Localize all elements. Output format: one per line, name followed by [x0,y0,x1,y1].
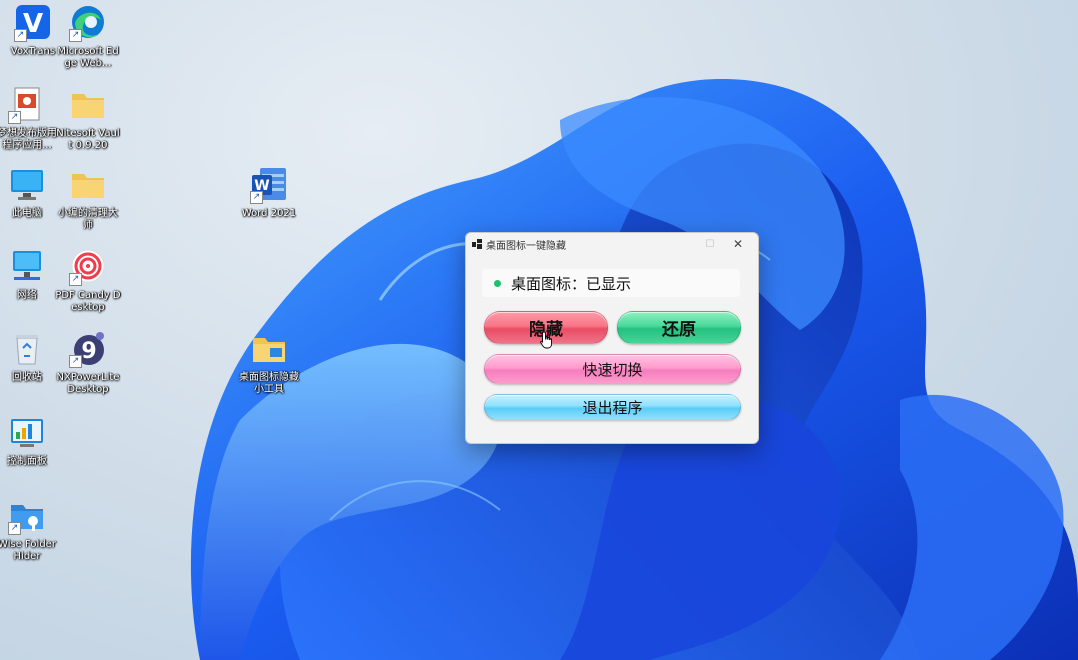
desktop-icon-pdf-candy[interactable]: ↗ PDF Candy Desktop [55,248,121,314]
status-indicator-icon [494,279,501,287]
desktop-icon-this-pc[interactable]: 此电脑 [0,166,60,220]
desktop: V ↗ VoxTrans ↗ Microsoft Edge Web... ↗ 梦… [0,0,1078,660]
desktop-icon-label: 控制面板 [7,456,47,467]
desktop-icon-hide-tool-folder[interactable]: 桌面图标隐藏 小工具 [236,330,302,396]
title-bar[interactable]: 桌面图标一键隐藏 ☐ ✕ [466,233,758,255]
hand-cursor-icon [540,331,552,349]
desktop-icon-folder-cleaner[interactable]: 小编的清理大师 [55,166,121,232]
desktop-icon-wise-folder-hider[interactable]: ↗ Wise Folder Hider [0,497,60,563]
status-value: 已显示 [586,274,632,293]
restore-icons-button[interactable]: 还原 [617,311,741,344]
desktop-icon-network[interactable]: 网络 [0,248,60,302]
nxpowerlite-icon: 9 ↗ [69,330,107,368]
control-panel-icon [8,414,46,452]
folder-icon [69,166,107,204]
shortcut-arrow-icon: ↗ [69,273,82,286]
desktop-icon-nxpowerlite[interactable]: 9 ↗ NXPowerLite Desktop [55,330,121,396]
desktop-icon-label: Microsoft Edge Web... [57,46,119,69]
status-panel: 桌面图标： 已显示 [482,269,740,297]
desktop-icon-label: 梦想发布版用 程序应用... [0,128,57,151]
shortcut-arrow-icon: ↗ [14,29,27,42]
word-icon: W ↗ [250,166,288,204]
desktop-icon-label: 网络 [17,290,37,301]
shortcut-arrow-icon: ↗ [69,29,82,42]
desktop-icon-label: Word 2021 [241,208,297,219]
presentation-icon: ↗ [8,86,46,124]
desktop-icon-edge[interactable]: ↗ Microsoft Edge Web... [55,4,121,70]
shortcut-arrow-icon: ↗ [250,191,263,204]
desktop-icon-label: 此电脑 [12,208,42,219]
status-label: 桌面图标： [511,274,587,293]
maximize-button[interactable]: ☐ [696,234,724,254]
desktop-icon-label: Wise Folder Hider [0,539,56,562]
recycle-bin-icon [8,330,46,368]
desktop-icon-label: 桌面图标隐藏 小工具 [239,372,299,395]
shortcut-arrow-icon: ↗ [8,522,21,535]
desktop-icon-label: 回收站 [12,372,42,383]
quick-toggle-button[interactable]: 快速切换 [484,354,741,384]
folder-icon [250,330,288,368]
shortcut-arrow-icon: ↗ [69,355,82,368]
shortcut-arrow-icon: ↗ [8,111,21,124]
desktop-icon-control-panel[interactable]: 控制面板 [0,414,60,468]
app-icon [472,239,482,249]
desktop-icon-recycle-bin[interactable]: 回收站 [0,330,60,384]
pdf-candy-icon: ↗ [69,248,107,286]
network-icon [8,248,46,286]
window-title: 桌面图标一键隐藏 [486,240,566,252]
svg-text:9: 9 [81,339,96,364]
monitor-icon [8,166,46,204]
desktop-icon-label: NXPowerLite Desktop [56,372,120,395]
voxtrans-icon: V ↗ [14,4,52,42]
desktop-icon-label: Nitesoft Vault 0.9.20 [56,128,120,151]
folder-icon [69,86,107,124]
desktop-icon-word[interactable]: W ↗ Word 2021 [236,166,302,220]
exit-button[interactable]: 退出程序 [484,394,741,420]
desktop-icon-folder-vault[interactable]: Nitesoft Vault 0.9.20 [55,86,121,152]
edge-icon: ↗ [69,4,107,42]
close-button[interactable]: ✕ [724,234,752,254]
app-window: 桌面图标一键隐藏 ☐ ✕ 桌面图标： 已显示 隐藏 还原 快速切换 退出程序 [465,232,759,444]
desktop-icon-presentation[interactable]: ↗ 梦想发布版用 程序应用... [0,86,60,152]
wise-folder-hider-icon: ↗ [8,497,46,535]
desktop-icon-label: PDF Candy Desktop [55,290,121,313]
desktop-icon-label: 小编的清理大师 [58,208,118,231]
